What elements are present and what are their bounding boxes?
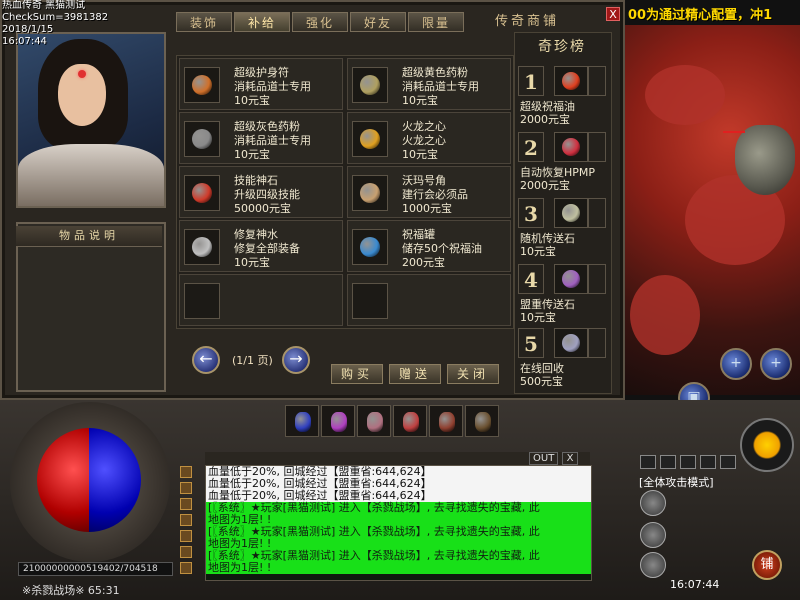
tab-enhance[interactable]: 强化 xyxy=(292,12,348,32)
rank-item[interactable]: 3 随机传送石 10元宝 xyxy=(516,196,608,258)
close-button[interactable]: 关闭 xyxy=(447,364,499,384)
chat-side-icons xyxy=(180,466,194,578)
menu-orb-button[interactable]: + xyxy=(720,348,752,380)
page-indicator: (1/1 页) xyxy=(232,354,273,367)
shop-item[interactable]: 修复神水 修复全部装备 10元宝 xyxy=(179,220,343,272)
tab-decoration[interactable]: 装饰 xyxy=(176,12,232,32)
empty-item-slot xyxy=(179,274,343,326)
teleport-stone-icon xyxy=(554,198,588,228)
rank-title: 奇珍榜 xyxy=(538,39,586,55)
chat-out-button[interactable]: OUT xyxy=(529,452,559,465)
chat-channel-icon[interactable] xyxy=(180,530,192,542)
dragon-heart-icon xyxy=(352,121,388,157)
belt-slot[interactable] xyxy=(357,405,391,437)
repair-potion-icon xyxy=(184,229,220,265)
scrolling-announcement: 00为通过精心配置，冲1 xyxy=(628,8,773,23)
blessing-jar-icon xyxy=(352,229,388,265)
shop-title: 传奇商铺 xyxy=(495,14,560,29)
potion-icon xyxy=(554,132,588,162)
item-grid: 超级护身符 消耗品道士专用 10元宝 超级黄色药粉 消耗品道士专用 10元宝 超… xyxy=(176,55,514,329)
teleport-stone-icon xyxy=(554,264,588,294)
hud-toggle-button[interactable] xyxy=(680,455,696,469)
belt-slot[interactable] xyxy=(393,405,427,437)
powder-bag-icon xyxy=(184,121,220,157)
chat-line: 地图为1层! ! xyxy=(206,562,591,574)
rank-item[interactable]: 5 在线回收 500元宝 xyxy=(516,326,608,388)
tab-supply[interactable]: 补给 xyxy=(234,12,290,32)
chat-channel-icon[interactable] xyxy=(180,562,192,574)
next-page-button[interactable]: → xyxy=(282,346,310,374)
powder-bag-icon xyxy=(352,67,388,103)
attack-mode-label[interactable]: [全体攻击模式] xyxy=(639,474,714,490)
hud-round-button[interactable] xyxy=(640,552,666,578)
rank-number: 5 xyxy=(518,328,544,358)
close-window-button[interactable]: X xyxy=(606,7,620,21)
rank-item[interactable]: 4 盟重传送石 10元宝 xyxy=(516,262,608,324)
chat-channel-icon[interactable] xyxy=(180,482,192,494)
chat-channel-icon[interactable] xyxy=(180,546,192,558)
gift-button[interactable]: 赠送 xyxy=(389,364,441,384)
hud-round-button[interactable] xyxy=(640,522,666,548)
date-text: 2018/1/15 xyxy=(2,24,54,35)
menu-orb-button[interactable]: + xyxy=(760,348,792,380)
shop-item[interactable]: 超级黄色药粉 消耗品道士专用 10元宝 xyxy=(347,58,511,110)
rank-number: 3 xyxy=(518,198,544,228)
blessing-oil-icon xyxy=(554,66,588,96)
shop-open-button[interactable]: 铺 xyxy=(752,550,782,580)
item-description-title: 物品说明 xyxy=(16,226,162,247)
character-portrait xyxy=(16,32,166,208)
chat-channel-icon[interactable] xyxy=(180,466,192,478)
shop-item[interactable]: 沃玛号角 建行会必须品 1000元宝 xyxy=(347,166,511,218)
debug-overlay: 热血传奇 黑猫测试 CheckSum=3981382 2018/1/15 16:… xyxy=(2,0,108,48)
rank-number: 2 xyxy=(518,132,544,162)
empty-item-slot xyxy=(347,274,511,326)
shop-item[interactable]: 火龙之心 火龙之心 10元宝 xyxy=(347,112,511,164)
exp-bar: 21000000000519402/704518 xyxy=(18,562,173,576)
client-title: 热血传奇 黑猫测试 xyxy=(2,0,86,11)
recycle-chest-icon xyxy=(554,328,588,358)
monster-sprite[interactable] xyxy=(735,125,795,195)
pager: ← (1/1 页) → xyxy=(192,346,312,374)
game-clock: 16:07:44 xyxy=(670,578,720,591)
belt-slot[interactable] xyxy=(285,405,319,437)
belt-slot[interactable] xyxy=(321,405,355,437)
rank-number: 1 xyxy=(518,66,544,96)
hud-round-button[interactable] xyxy=(640,490,666,516)
monster-hp-bar xyxy=(723,131,745,133)
chat-close-button[interactable]: X xyxy=(562,452,578,465)
belt-slot[interactable] xyxy=(429,405,463,437)
rank-item[interactable]: 2 自动恢复HPMP 2000元宝 xyxy=(516,130,608,192)
game-world-view[interactable] xyxy=(625,25,800,395)
day-night-sun-icon xyxy=(740,418,794,472)
empty-slot-icon xyxy=(184,283,220,319)
hud-toggle-button[interactable] xyxy=(700,455,716,469)
chat-channel-icon[interactable] xyxy=(180,514,192,526)
rank-item[interactable]: 1 超级祝福油 2000元宝 xyxy=(516,64,608,126)
chat-log[interactable]: 血量低于20%, 回城经过【盟重省:644,624】 血量低于20%, 回城经过… xyxy=(205,465,592,581)
hud-toggle-button[interactable] xyxy=(640,455,656,469)
chat-channel-icon[interactable] xyxy=(180,498,192,510)
shop-item[interactable]: 祝福罐 储存50个祝福油 200元宝 xyxy=(347,220,511,272)
rank-number: 4 xyxy=(518,264,544,294)
shop-item[interactable]: 超级护身符 消耗品道士专用 10元宝 xyxy=(179,58,343,110)
checksum-text: CheckSum=3981382 xyxy=(2,12,109,23)
shop-item[interactable]: 超级灰色药粉 消耗品道士专用 10元宝 xyxy=(179,112,343,164)
shop-item[interactable]: 技能神石 升级四级技能 50000元宝 xyxy=(179,166,343,218)
buy-button[interactable]: 购买 xyxy=(331,364,383,384)
tab-friends[interactable]: 好友 xyxy=(350,12,406,32)
empty-slot-icon xyxy=(352,283,388,319)
prev-page-button[interactable]: ← xyxy=(192,346,220,374)
amulet-icon xyxy=(184,67,220,103)
item-description-panel xyxy=(16,222,166,392)
hud-toggle-button[interactable] xyxy=(720,455,736,469)
hud-toggle-button[interactable] xyxy=(660,455,676,469)
horn-icon xyxy=(352,175,388,211)
skill-stone-icon xyxy=(184,175,220,211)
belt-slot[interactable] xyxy=(465,405,499,437)
time-text: 16:07:44 xyxy=(2,36,47,47)
tab-limited[interactable]: 限量 xyxy=(408,12,464,32)
map-position: ※杀戮战场※ 65:31 xyxy=(22,584,120,597)
